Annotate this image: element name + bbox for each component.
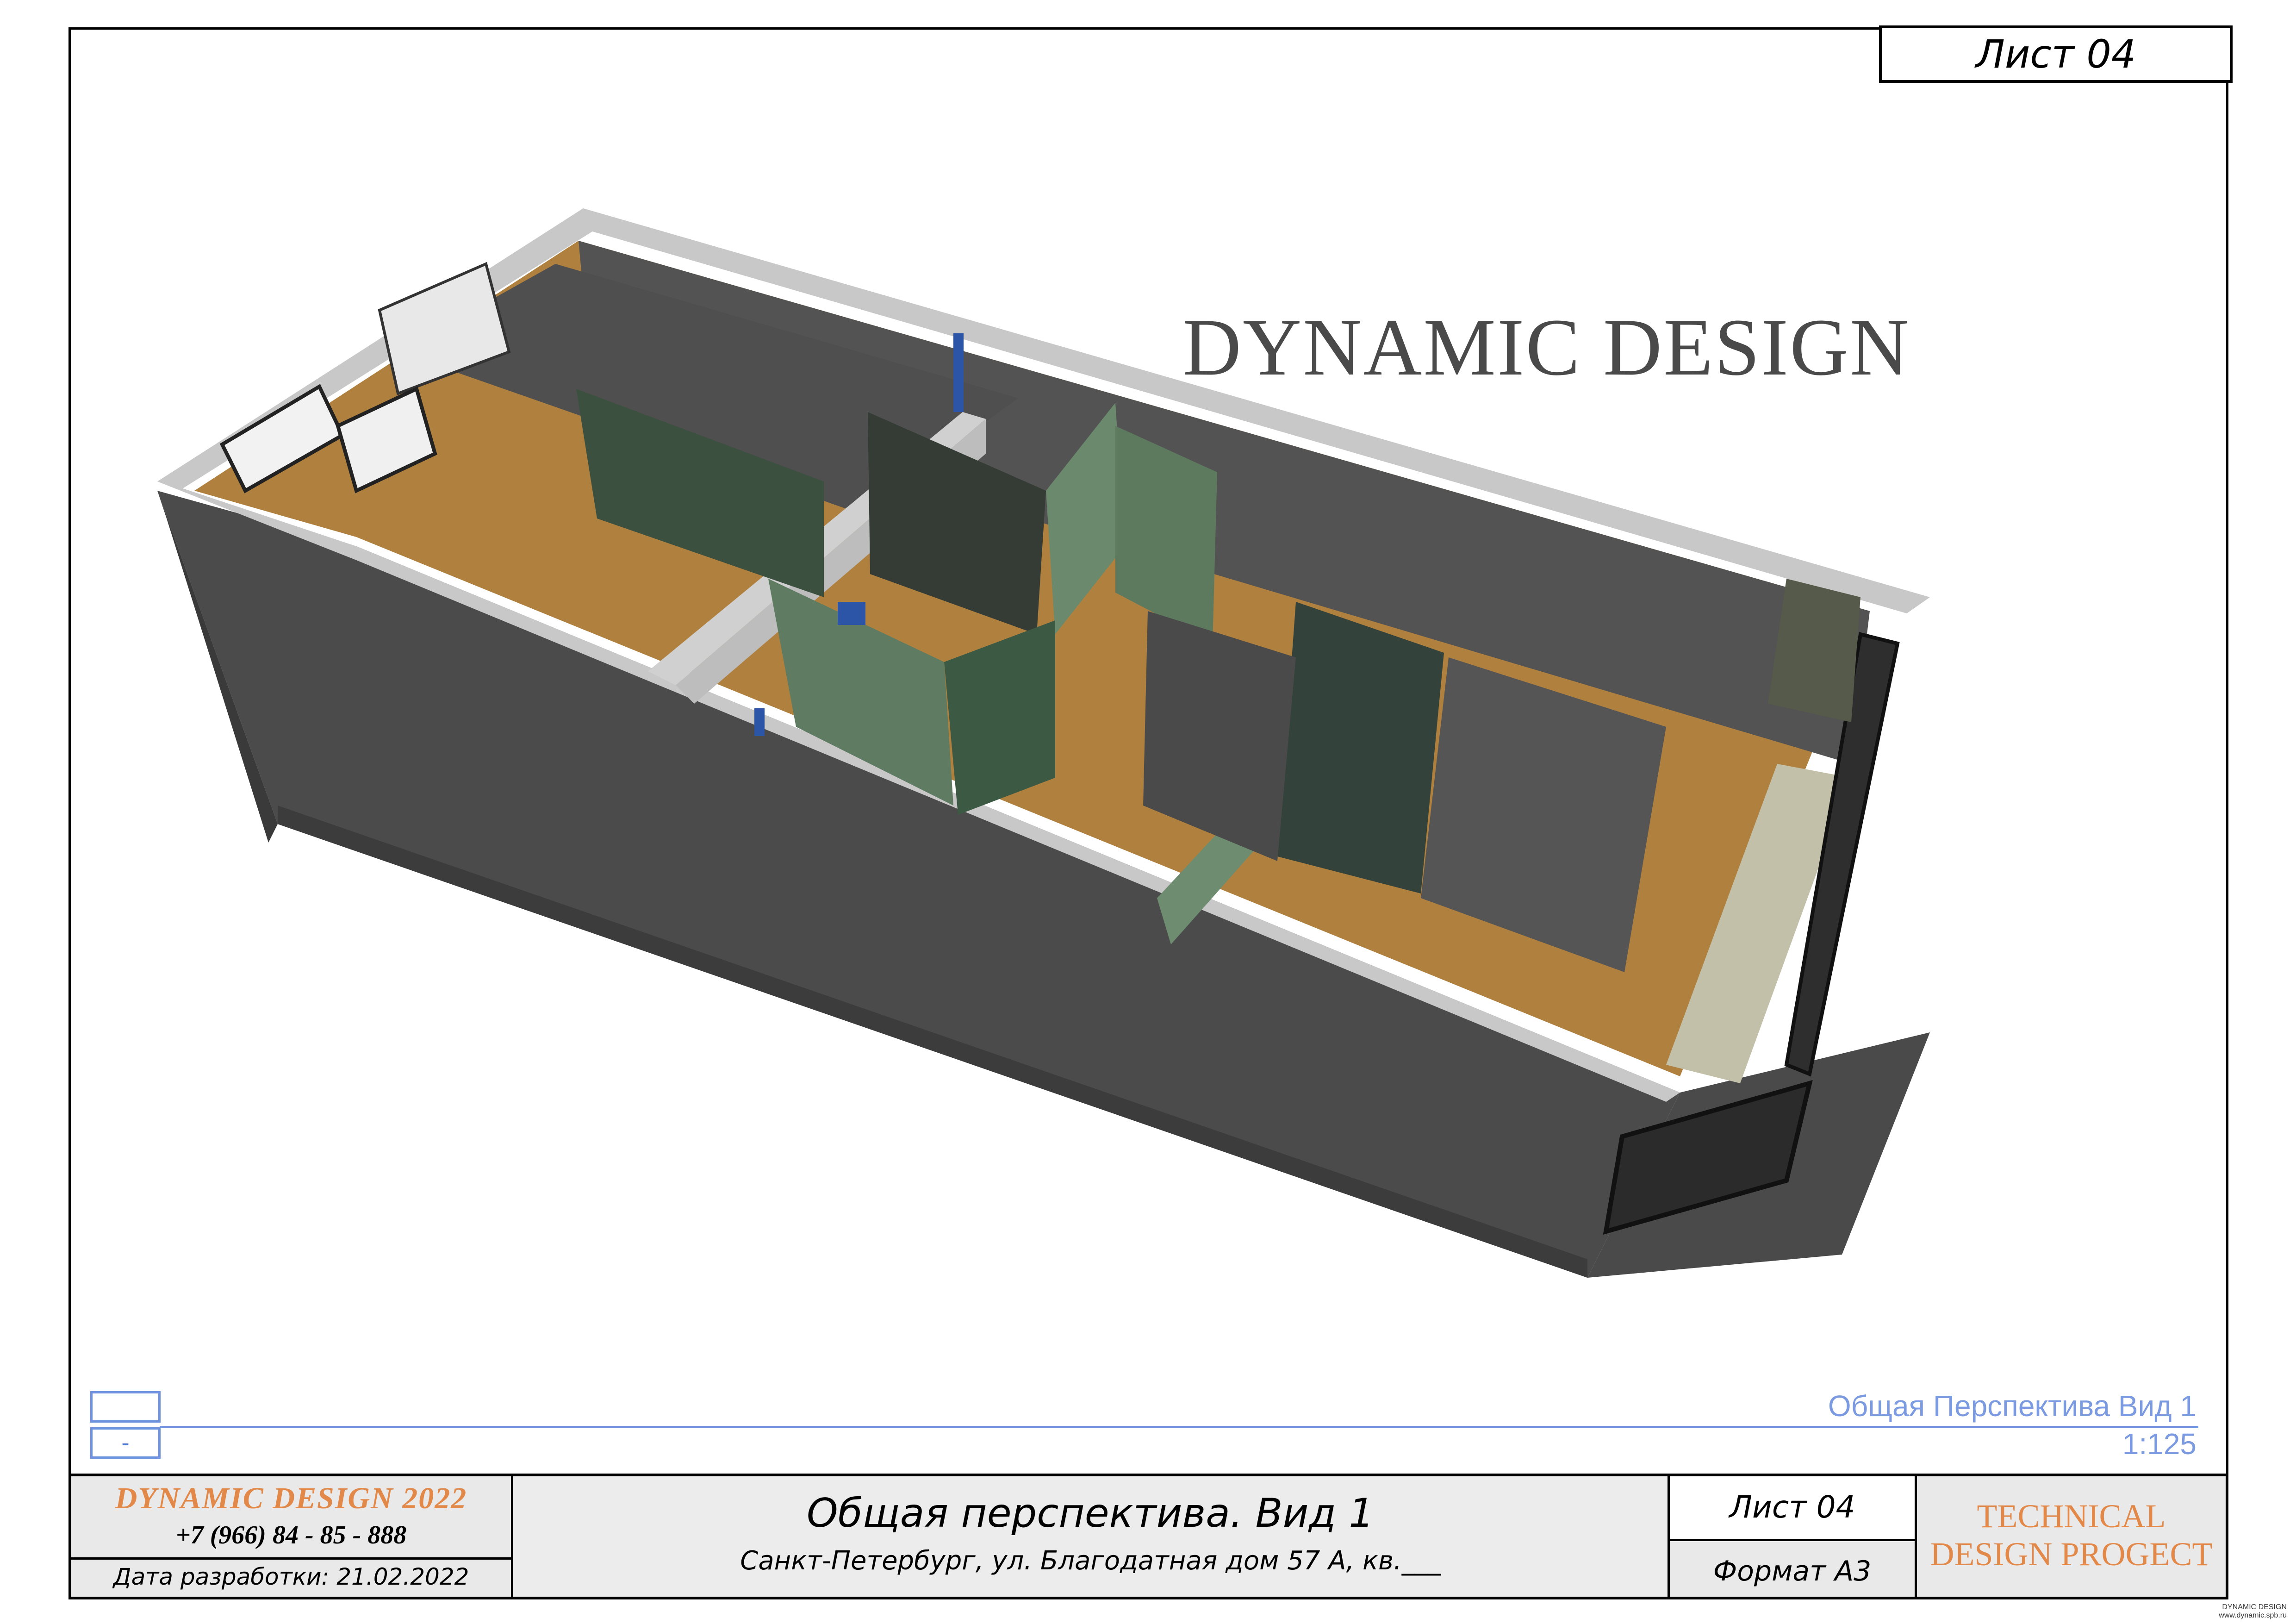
sheet-number-box: Лист 04: [1670, 1476, 1915, 1541]
company-brand: DYNAMIC DESIGN 2022: [115, 1481, 467, 1515]
development-date: Дата разработки: 21.02.2022: [113, 1563, 469, 1590]
company-cell: DYNAMIC DESIGN 2022 +7 (966) 84 - 85 - 8…: [71, 1476, 513, 1597]
view-scale: 1:125: [2122, 1427, 2196, 1461]
project-type-line2: DESIGN PROGECT: [1930, 1536, 2213, 1573]
title-cell: Общая перспектива. Вид 1 Санкт-Петербург…: [513, 1476, 1670, 1597]
green-partition-8: [1277, 602, 1444, 893]
company-phone: +7 (966) 84 - 85 - 888: [175, 1521, 407, 1549]
sheet-cell: Лист 04 Формат А3: [1670, 1476, 1917, 1597]
pipe-2: [838, 602, 865, 625]
drawing-title: Общая перспектива. Вид 1: [806, 1490, 1375, 1537]
view-title: Общая Перспектива Вид 1: [1828, 1389, 2196, 1423]
project-type-line1: TECHNICAL: [1977, 1498, 2166, 1535]
view-marker-box-lower: -: [90, 1427, 161, 1459]
wordmark: DYNAMIC DESIGN: [1182, 302, 1910, 393]
paper-format: Формат А3: [1713, 1555, 1872, 1587]
sheet-number-top: Лист 04: [1879, 25, 2233, 83]
address: Санкт-Петербург, ул. Благодатная дом 57 …: [740, 1546, 1441, 1576]
project-type-cell: TECHNICAL DESIGN PROGECT: [1917, 1476, 2226, 1597]
credit-name: DYNAMIC DESIGN: [2222, 1603, 2287, 1611]
footer-credit: DYNAMIC DESIGN www.dynamic.spb.ru: [2219, 1603, 2287, 1620]
company-contact: DYNAMIC DESIGN 2022 +7 (966) 84 - 85 - 8…: [71, 1476, 511, 1560]
pipe-3: [754, 708, 765, 736]
pipe-1: [953, 333, 964, 412]
sheet-number: Лист 04: [1729, 1489, 1855, 1525]
project-type: TECHNICAL DESIGN PROGECT: [1917, 1497, 2226, 1573]
credit-url: www.dynamic.spb.ru: [2219, 1612, 2287, 1619]
title-block: DYNAMIC DESIGN 2022 +7 (966) 84 - 85 - 8…: [68, 1474, 2228, 1599]
view-marker-box-upper: [90, 1391, 161, 1423]
view-underline: [160, 1426, 2198, 1428]
